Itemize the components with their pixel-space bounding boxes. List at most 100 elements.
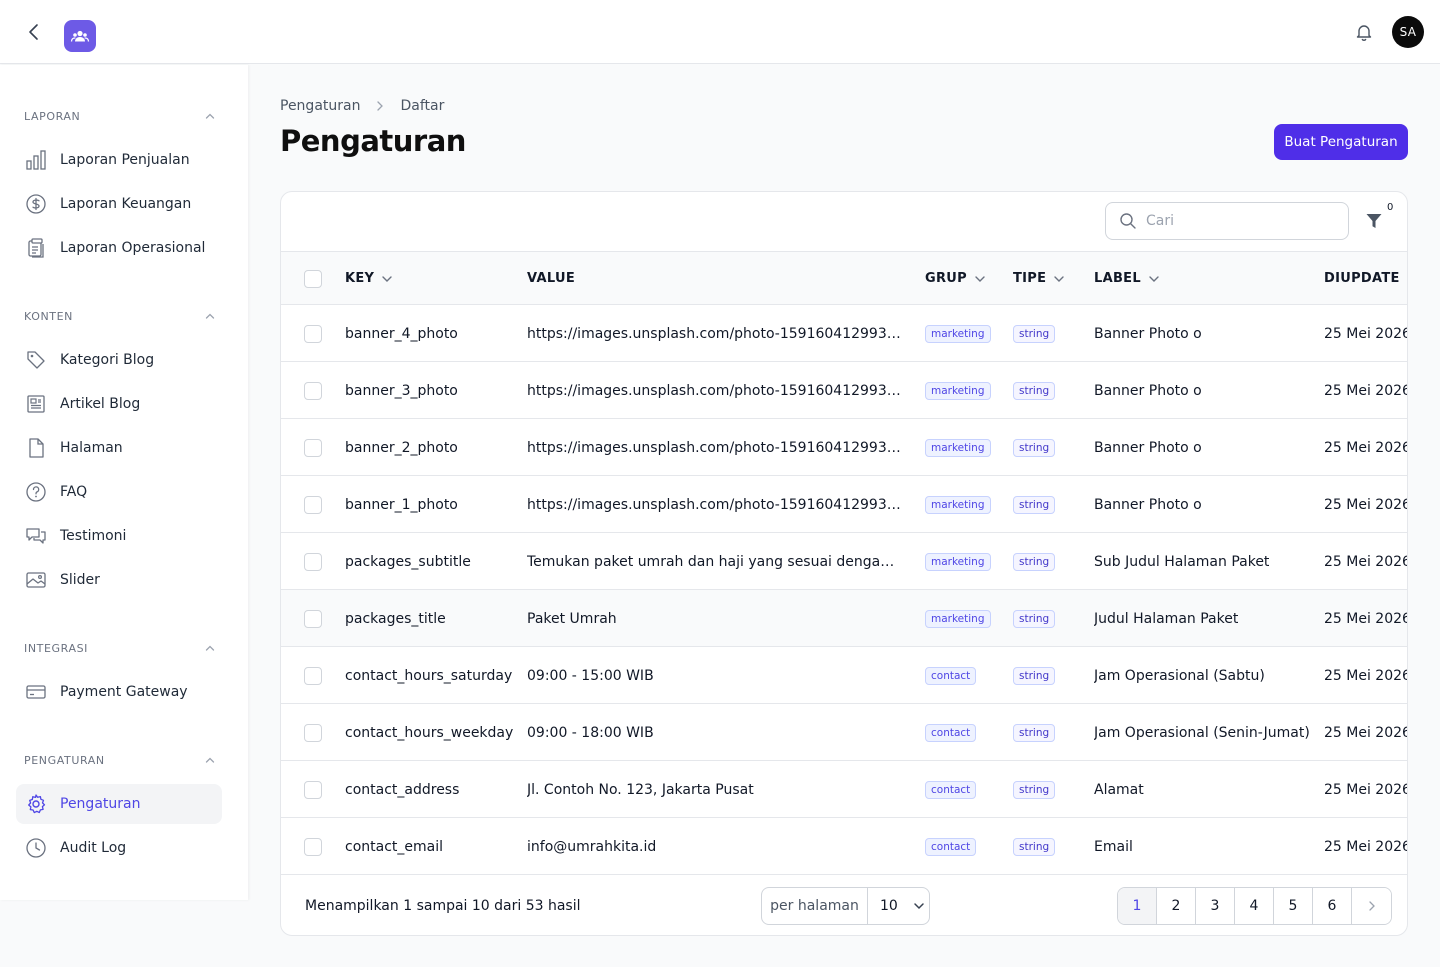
column-header-type[interactable]: TIPE: [1013, 252, 1066, 305]
dollar-circle-icon: [24, 192, 48, 216]
chat-bubbles-icon: [24, 524, 48, 548]
sidebar-item-pengaturan[interactable]: Pengaturan: [16, 784, 222, 824]
row-checkbox[interactable]: [304, 439, 322, 457]
sidebar-item-laporan-keuangan[interactable]: Laporan Keuangan: [16, 184, 222, 224]
sidebar-item-laporan-penjualan[interactable]: Laporan Penjualan: [16, 140, 222, 180]
sidebar-item-label: FAQ: [60, 484, 88, 500]
sidebar-section-integrasi[interactable]: INTEGRASI: [24, 638, 216, 658]
table-row[interactable]: contact_email info@umrahkita.id contact str…: [281, 818, 1407, 875]
table-row[interactable]: packages_subtitle Temukan paket umrah dan…: [281, 533, 1407, 590]
cell-value: Jl. Contoh No. 123, Jakarta Pusat: [527, 761, 903, 818]
table-row[interactable]: contact_address Jl. Contoh No. 123, Jakar…: [281, 761, 1407, 818]
sidebar-item-payment-gateway[interactable]: Payment Gateway: [16, 672, 222, 712]
column-label: GRUP: [925, 271, 967, 286]
sidebar-item-testimoni[interactable]: Testimoni: [16, 516, 222, 556]
table-row[interactable]: packages_title Paket Umrah marketing string…: [281, 590, 1408, 647]
group-badge: marketing: [925, 438, 991, 457]
sidebar-item-audit-log[interactable]: Audit Log: [16, 828, 222, 868]
row-checkbox[interactable]: [304, 553, 322, 571]
results-summary: Menampilkan 1 sampai 10 dari 53 hasil: [305, 898, 581, 914]
table-row[interactable]: banner_1_photo https://images.unsplash.co…: [281, 476, 1407, 533]
row-checkbox[interactable]: [304, 838, 322, 856]
sidebar-section-laporan[interactable]: LAPORAN: [24, 106, 216, 126]
type-badge: string: [1013, 552, 1056, 571]
group-logo-icon: [70, 30, 90, 42]
cell-type: string: [1013, 533, 1056, 590]
sidebar-item-label: Slider: [60, 572, 100, 588]
cell-value-text: Jl. Contoh No. 123, Jakarta Pusat: [527, 781, 754, 798]
page-button-1[interactable]: 1: [1118, 888, 1157, 924]
page-button-3[interactable]: 3: [1196, 888, 1235, 924]
sidebar-item-artikel-blog[interactable]: Artikel Blog: [16, 384, 222, 424]
cell-key: contact_hours_weekday: [345, 724, 514, 741]
breadcrumb-current: Daftar: [400, 98, 445, 114]
select-all-checkbox[interactable]: [304, 270, 322, 288]
column-header-updated[interactable]: DIUPDATE: [1324, 252, 1407, 305]
per-page-select[interactable]: 10: [868, 888, 929, 924]
cell-value-text: 09:00 - 18:00 WIB: [527, 724, 654, 741]
breadcrumb-link-pengaturan[interactable]: Pengaturan: [280, 98, 360, 114]
page-button-6[interactable]: 6: [1313, 888, 1352, 924]
sidebar-item-slider[interactable]: Slider: [16, 560, 222, 600]
avatar[interactable]: SA: [1392, 16, 1424, 48]
sidebar-item-laporan-operasional[interactable]: Laporan Operasional: [16, 228, 222, 268]
cell-value: https://images.unsplash.com/photo-159160…: [527, 419, 903, 476]
table-row[interactable]: banner_4_photo https://images.unsplash.co…: [281, 305, 1407, 362]
row-checkbox[interactable]: [304, 724, 322, 742]
column-label: TIPE: [1013, 271, 1047, 286]
table-row[interactable]: banner_2_photo https://images.unsplash.co…: [281, 419, 1407, 476]
pagination: 1 2 3 4 5 6: [1117, 887, 1392, 925]
notifications-button[interactable]: [1352, 20, 1376, 44]
row-checkbox[interactable]: [304, 496, 322, 514]
group-badge: contact: [925, 666, 977, 685]
cell-label: Email: [1094, 838, 1133, 855]
chevron-down-icon: [912, 899, 926, 913]
per-page-control: per halaman 10: [761, 887, 930, 925]
app-logo[interactable]: [64, 20, 96, 52]
row-checkbox[interactable]: [304, 382, 322, 400]
table-row[interactable]: contact_hours_weekday 09:00 - 18:00 WIB co…: [281, 704, 1407, 761]
column-header-key[interactable]: KEY: [345, 252, 394, 305]
sidebar-section-pengaturan[interactable]: PENGATURAN: [24, 750, 216, 770]
group-badge: contact: [925, 780, 977, 799]
per-page-label: per halaman: [762, 888, 868, 924]
sidebar-item-faq[interactable]: FAQ: [16, 472, 222, 512]
row-checkbox[interactable]: [304, 325, 322, 343]
image-icon: [24, 568, 48, 592]
cell-group: contact: [925, 647, 977, 704]
sidebar-item-halaman[interactable]: Halaman: [16, 428, 222, 468]
question-circle-icon: [24, 480, 48, 504]
cell-value-text: Paket Umrah: [527, 610, 617, 627]
column-header-label[interactable]: LABEL: [1094, 252, 1161, 305]
cell-value-text: 09:00 - 15:00 WIB: [527, 667, 654, 684]
cell-type: string: [1013, 305, 1056, 362]
row-checkbox[interactable]: [304, 667, 322, 685]
row-checkbox[interactable]: [304, 610, 322, 628]
page-button-4[interactable]: 4: [1235, 888, 1274, 924]
page-button-5[interactable]: 5: [1274, 888, 1313, 924]
cell-value-text: https://images.unsplash.com/photo-159160…: [527, 439, 903, 456]
search-input[interactable]: [1146, 213, 1326, 229]
filter-button[interactable]: [1363, 210, 1385, 232]
sidebar-item-label: Halaman: [60, 440, 123, 456]
sidebar-item-kategori-blog[interactable]: Kategori Blog: [16, 340, 222, 380]
create-setting-button[interactable]: Buat Pengaturan: [1274, 124, 1408, 160]
per-page-value: 10: [880, 898, 898, 914]
column-header-group[interactable]: GRUP: [925, 252, 987, 305]
table-row[interactable]: contact_hours_saturday 09:00 - 15:00 WIB c…: [281, 647, 1407, 704]
cell-group: marketing: [925, 590, 991, 647]
sidebar-section-konten[interactable]: KONTEN: [24, 306, 216, 326]
settings-table-card: 0 KEY VALUE GRUP TIPE LABEL DIUPDATE ban…: [280, 191, 1408, 936]
back-button[interactable]: [22, 20, 46, 44]
type-badge: string: [1013, 780, 1056, 799]
next-page-button[interactable]: [1352, 888, 1391, 924]
cell-key: packages_subtitle: [345, 553, 471, 570]
cell-group: marketing: [925, 533, 991, 590]
sidebar-item-label: Kategori Blog: [60, 352, 155, 368]
cell-group: contact: [925, 704, 977, 761]
row-checkbox[interactable]: [304, 781, 322, 799]
cell-updated: 25 Mei 2026: [1324, 610, 1408, 627]
table-row[interactable]: banner_3_photo https://images.unsplash.co…: [281, 362, 1407, 419]
cell-label: Sub Judul Halaman Paket: [1094, 553, 1270, 570]
page-button-2[interactable]: 2: [1157, 888, 1196, 924]
